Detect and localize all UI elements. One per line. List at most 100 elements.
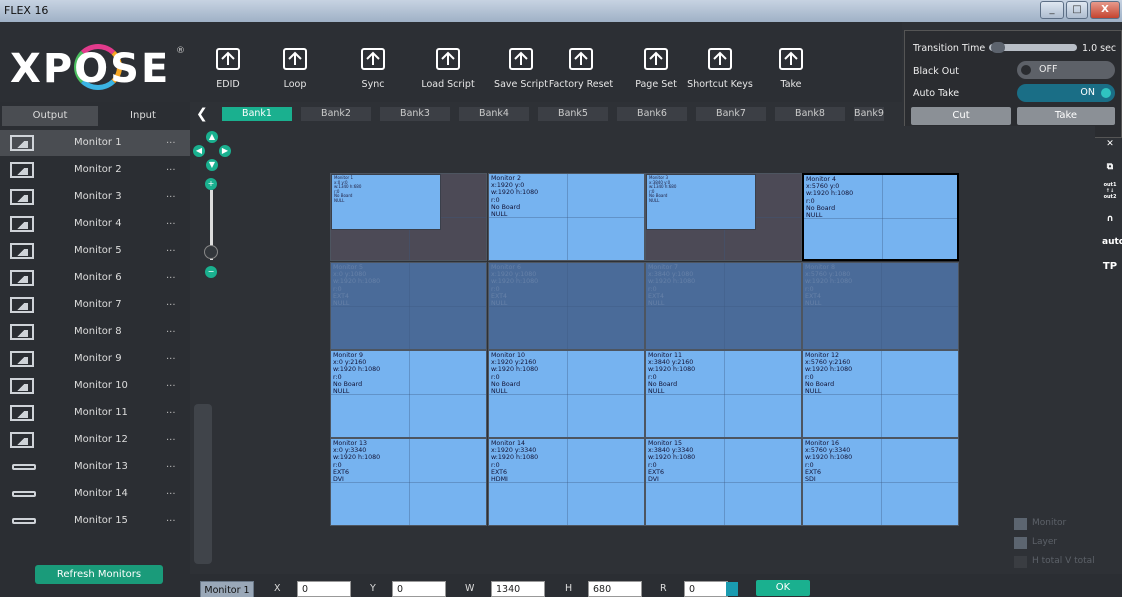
bank-tab[interactable]: Bank3 <box>380 107 450 121</box>
toolbar-factory-reset-button[interactable]: Factory Reset <box>546 22 616 102</box>
ok-button[interactable]: OK <box>756 580 810 596</box>
toolbar-shortcut-keys-button[interactable]: Shortcut Keys <box>685 22 755 102</box>
monitor-list-item[interactable]: Monitor 5... <box>0 238 190 264</box>
bank-tab[interactable]: Bank7 <box>696 107 766 121</box>
copy-icon[interactable]: ⧉ <box>1102 160 1118 174</box>
monitor-more-button[interactable]: ... <box>166 459 176 470</box>
h-input[interactable]: 680 <box>588 581 642 597</box>
toolbar-loop-button[interactable]: Loop <box>260 22 330 102</box>
monitor-cell[interactable]: Monitor 3 x:3840 y:0 w:1340 h:680 r:0 No… <box>645 173 802 261</box>
monitor-more-button[interactable]: ... <box>166 378 176 389</box>
y-input[interactable]: 0 <box>392 581 446 597</box>
tp-icon[interactable]: TP <box>1102 260 1118 274</box>
toolbar-sync-button[interactable]: Sync <box>338 22 408 102</box>
monitor-more-button[interactable]: ... <box>166 135 176 146</box>
auto-icon[interactable]: auto <box>1102 235 1122 249</box>
out-swap-icon[interactable]: out1 ↑↓ out2 <box>1102 182 1118 200</box>
monitor-cell[interactable]: Monitor 6 x:1920 y:1080 w:1920 h:1080 r:… <box>488 262 645 350</box>
monitor-more-button[interactable]: ... <box>166 270 176 281</box>
x-input[interactable]: 0 <box>297 581 351 597</box>
slider-knob[interactable] <box>991 42 1005 53</box>
zoom-out-icon[interactable]: − <box>205 266 217 278</box>
monitor-list-item[interactable]: Monitor 10... <box>0 373 190 399</box>
pan-right-icon[interactable]: ▶ <box>219 145 231 157</box>
monitor-list-item[interactable]: Monitor 9... <box>0 346 190 372</box>
maximize-button[interactable]: □ <box>1066 1 1088 19</box>
monitor-list-item[interactable]: Monitor 14... <box>0 481 190 507</box>
bank-tab[interactable]: Bank8 <box>775 107 845 121</box>
monitor-cell[interactable]: Monitor 9 x:0 y:2160 w:1920 h:1080 r:0 N… <box>330 350 487 438</box>
audio-icon[interactable]: ∩ <box>1102 212 1118 226</box>
r-select[interactable]: 0 <box>684 581 728 597</box>
monitor-list-item[interactable]: Monitor 12... <box>0 427 190 453</box>
monitor-more-button[interactable]: ... <box>166 324 176 335</box>
monitor-cell[interactable]: Monitor 15 x:3840 y:3340 w:1920 h:1080 r… <box>645 438 802 526</box>
tab-output[interactable]: Output <box>2 106 98 126</box>
monitor-cell[interactable]: Monitor 1 x:0 y:0 w:1340 h:680 r:0 No Bo… <box>330 173 487 261</box>
monitor-more-button[interactable]: ... <box>166 486 176 497</box>
toolbar-edid-button[interactable]: EDID <box>193 22 263 102</box>
zoom-in-icon[interactable]: + <box>205 178 217 190</box>
zoom-slider-knob[interactable] <box>204 245 218 259</box>
minimize-button[interactable]: _ <box>1040 1 1064 19</box>
toolbar-take-button[interactable]: Take <box>756 22 826 102</box>
r-dropdown-icon[interactable] <box>726 582 738 596</box>
toolbar-page-set-button[interactable]: Page Set <box>621 22 691 102</box>
monitor-cell[interactable]: Monitor 10 x:1920 y:2160 w:1920 h:1080 r… <box>488 350 645 438</box>
monitor-cell[interactable]: Monitor 5 x:0 y:1080 w:1920 h:1080 r:0 E… <box>330 262 487 350</box>
bank-tab[interactable]: Bank2 <box>301 107 371 121</box>
pan-down-icon[interactable]: ▼ <box>206 159 218 171</box>
pan-left-icon[interactable]: ◀ <box>193 145 205 157</box>
bank-prev-icon[interactable]: ❮ <box>196 106 210 122</box>
monitor-cell[interactable]: Monitor 12 x:5760 y:2160 w:1920 h:1080 r… <box>802 350 959 438</box>
monitor-list-item[interactable]: Monitor 8... <box>0 319 190 345</box>
tab-input[interactable]: Input <box>98 106 188 126</box>
monitor-more-button[interactable]: ... <box>166 243 176 254</box>
monitor-cell[interactable]: Monitor 16 x:5760 y:3340 w:1920 h:1080 r… <box>802 438 959 526</box>
monitor-list-item[interactable]: Monitor 11... <box>0 400 190 426</box>
close-square-icon[interactable]: ✕ <box>1102 137 1118 151</box>
monitor-more-button[interactable]: ... <box>166 351 176 362</box>
monitor-cell[interactable]: Monitor 11 x:3840 y:2160 w:1920 h:1080 r… <box>645 350 802 438</box>
monitor-list-item[interactable]: Monitor 7... <box>0 292 190 318</box>
close-button[interactable]: X <box>1090 1 1120 19</box>
monitor-list-item[interactable]: Monitor 15... <box>0 508 190 534</box>
monitor-cell[interactable]: Monitor 2 x:1920 y:0 w:1920 h:1080 r:0 N… <box>488 173 645 261</box>
monitor-list-item[interactable]: Monitor 3... <box>0 184 190 210</box>
bank-tab[interactable]: Bank6 <box>617 107 687 121</box>
monitor-more-button[interactable]: ... <box>166 297 176 308</box>
monitor-list-item[interactable]: Monitor 13... <box>0 454 190 480</box>
take-button[interactable]: Take <box>1017 107 1115 125</box>
transition-time-slider[interactable] <box>989 42 1077 53</box>
monitor-cell[interactable]: Monitor 7 x:3840 y:1080 w:1920 h:1080 r:… <box>645 262 802 350</box>
monitor-more-button[interactable]: ... <box>166 162 176 173</box>
vertical-scrollbar[interactable] <box>194 404 212 564</box>
selected-monitor-button[interactable]: Monitor 1 <box>200 581 254 597</box>
monitor-more-button[interactable]: ... <box>166 405 176 416</box>
monitor-list-item[interactable]: Monitor 2... <box>0 157 190 183</box>
refresh-monitors-button[interactable]: Refresh Monitors <box>35 565 163 584</box>
monitor-more-button[interactable]: ... <box>166 189 176 200</box>
pan-up-icon[interactable]: ▲ <box>206 131 218 143</box>
monitor-list-item[interactable]: Monitor 6... <box>0 265 190 291</box>
monitor-list-item[interactable]: Monitor 1... <box>0 130 190 156</box>
auto-take-toggle[interactable]: ON <box>1017 84 1115 102</box>
monitor-more-button[interactable]: ... <box>166 513 176 524</box>
bank-tab[interactable]: Bank9 <box>854 107 884 121</box>
monitor-cell[interactable]: Monitor 13 x:0 y:3340 w:1920 h:1080 r:0 … <box>330 438 487 526</box>
bank-tab[interactable]: Bank5 <box>538 107 608 121</box>
cut-button[interactable]: Cut <box>911 107 1011 125</box>
black-out-toggle[interactable]: OFF <box>1017 61 1115 79</box>
monitor-cell[interactable]: Monitor 14 x:1920 y:3340 w:1920 h:1080 r… <box>488 438 645 526</box>
bank-tab[interactable]: Bank4 <box>459 107 529 121</box>
monitor-more-button[interactable]: ... <box>166 216 176 227</box>
monitor-window-layer[interactable]: Monitor 3 x:3840 y:0 w:1340 h:680 r:0 No… <box>646 174 756 230</box>
monitor-cell[interactable]: Monitor 8 x:5760 y:1080 w:1920 h:1080 r:… <box>802 262 959 350</box>
monitor-list-item[interactable]: Monitor 4... <box>0 211 190 237</box>
toolbar-load-script-button[interactable]: Load Script <box>413 22 483 102</box>
bank-tab[interactable]: Bank1 <box>222 107 292 121</box>
monitor-more-button[interactable]: ... <box>166 432 176 443</box>
w-input[interactable]: 1340 <box>491 581 545 597</box>
monitor-cell[interactable]: Monitor 4 x:5760 y:0 w:1920 h:1080 r:0 N… <box>802 173 959 261</box>
monitor-window-layer[interactable]: Monitor 1 x:0 y:0 w:1340 h:680 r:0 No Bo… <box>331 174 441 230</box>
